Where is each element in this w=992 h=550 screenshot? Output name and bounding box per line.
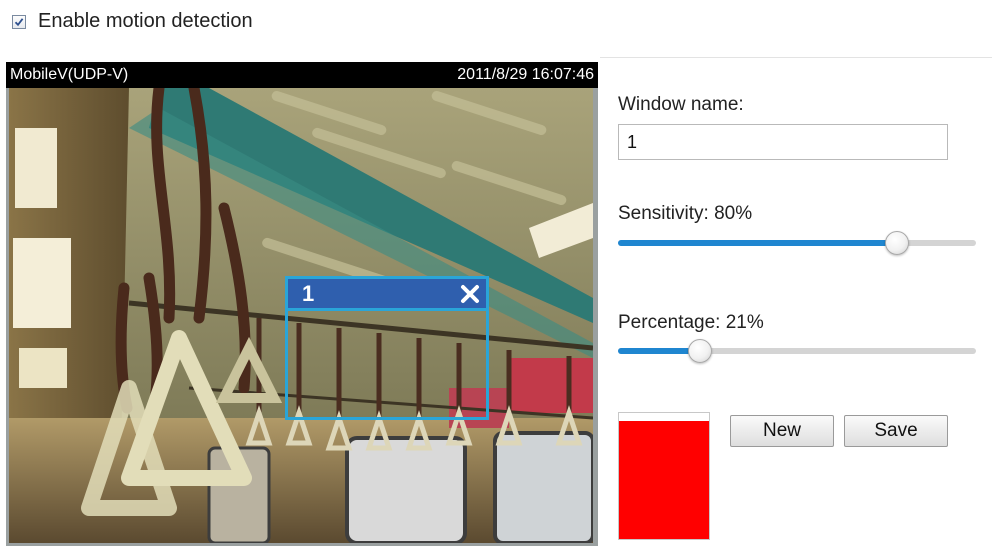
sensitivity-label: Sensitivity: 80% [618, 203, 753, 224]
new-button[interactable]: New [730, 415, 834, 447]
checkmark-icon [14, 18, 24, 27]
save-button[interactable]: Save [844, 415, 948, 447]
motion-window-title: 1 [302, 280, 315, 306]
percentage-slider-handle[interactable] [688, 339, 713, 363]
video-timestamp: 2011/8/29 16:07:46 [457, 66, 594, 83]
sensitivity-slider-handle[interactable] [885, 231, 910, 255]
motion-detection-toggle[interactable]: Enable motion detection [12, 8, 253, 34]
sensitivity-slider[interactable] [618, 231, 976, 255]
percentage-slider[interactable] [618, 339, 976, 363]
motion-window[interactable]: 1 [285, 276, 489, 420]
window-name-label: Window name: [618, 94, 744, 115]
motion-settings-panel: Window name: Sensitivity: 80% Percentage… [618, 0, 992, 550]
stream-name: MobileV(UDP-V) [10, 66, 129, 83]
motion-level-fill [619, 420, 709, 539]
percentage-label: Percentage: 21% [618, 312, 764, 333]
window-name-input[interactable] [618, 124, 948, 160]
video-title-bar: MobileV(UDP-V) 2011/8/29 16:07:46 [6, 62, 598, 88]
motion-level-indicator [618, 412, 710, 540]
motion-window-title-bar[interactable]: 1 [288, 279, 486, 311]
sensitivity-fill [618, 240, 898, 246]
enable-motion-checkbox[interactable] [12, 15, 26, 29]
close-icon[interactable] [460, 284, 480, 304]
enable-motion-label: Enable motion detection [38, 9, 253, 32]
